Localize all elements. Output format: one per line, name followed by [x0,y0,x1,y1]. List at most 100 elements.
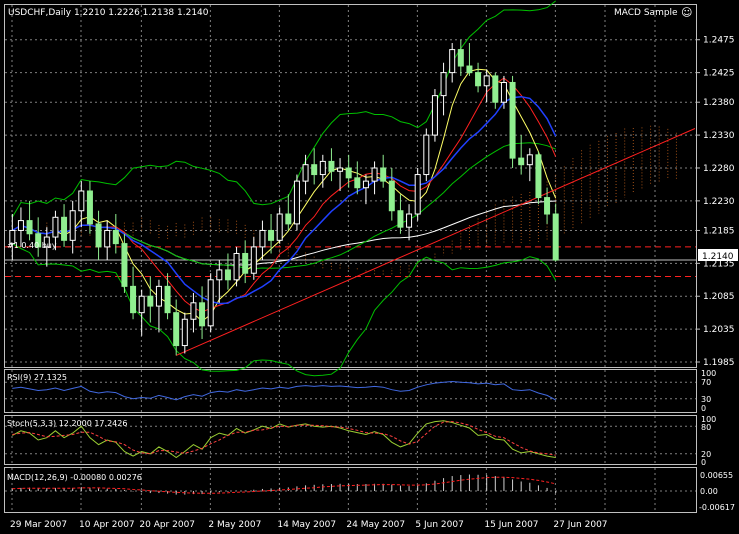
stoch-tick-80: 80 [701,423,711,432]
y-tick-label: 1.2230 [703,197,735,207]
candle-body [337,167,344,172]
candle-body [86,190,93,225]
candle-body [319,160,326,176]
candle-body [509,81,516,159]
candle-body [130,285,137,314]
candle-body [52,216,59,238]
candle-body [345,167,352,179]
rsi-tick-30: 30 [701,395,711,404]
candle-body [138,295,145,314]
candle-body [61,216,68,241]
chart-canvas: 1.2475 1.2425 1.2380 1.2330 1.2280 1.2230 1.21… [4,0,738,530]
candle-body [155,285,162,307]
candle-body [380,167,387,182]
candle-body [449,49,456,74]
candle-body [17,220,24,231]
candle-body [293,180,300,225]
bollinger-lower [12,243,557,377]
candle-body [276,213,283,241]
candle-body [492,75,499,103]
y-tick-label: 1.2425 [703,69,735,79]
rsi-label: RSI(9) 27.1325 [7,373,67,382]
smiley-icon: ☺ [681,6,692,19]
candle-body [207,279,214,327]
candle-body [500,81,507,103]
candle-body [354,177,361,189]
ma-slow [12,200,556,266]
candle-body [181,318,188,347]
candle-body [397,210,404,228]
price-grid [5,5,696,512]
candle-body [552,213,559,261]
candle-body [431,95,438,136]
ma-mid [12,142,556,270]
candle-body [250,246,257,274]
candle-body [164,285,171,314]
macd-label: MACD(12,26,9) -0.00080 0.00276 [7,473,142,482]
candle-body [233,252,240,281]
x-tick-label: 14 May 2007 [277,520,336,530]
price-axis: 1.2475 1.2425 1.2380 1.2330 1.2280 1.2230 1.21… [696,36,735,368]
ma-blue [11,95,557,305]
symbol-header: USDCHF,Daily 1.2210 1.2226 1.2138 1.2140 [8,8,209,18]
candle-body [199,302,206,327]
candle-body [302,164,309,182]
y-tick-label: 1.2475 [703,36,735,46]
x-tick-label: 5 Jun 2007 [415,520,463,530]
y-tick-label: 1.2185 [703,226,735,236]
candle-body [535,154,542,199]
candle-body [216,269,223,281]
candle-body [466,65,473,74]
macd-tick-bottom: -0.00617 [699,503,735,512]
candle-body [406,213,413,228]
candle-body [388,180,395,212]
main-pane-frame [4,4,697,368]
stoch-label: Stoch(5,3,3) 12.2000 17.2426 [7,419,127,428]
candle-body [328,160,335,172]
candle-body [457,49,464,67]
price-tag: 1.2140 [702,252,734,262]
time-axis: 29 Mar 2007 10 Apr 2007 20 Apr 2007 2 May 2… [10,520,608,530]
candle-body [311,164,318,176]
candle-body [371,167,378,182]
ma-fast [12,68,557,322]
candle-body [242,252,249,274]
candle-body [69,210,76,241]
x-tick-label: 15 Jun 2007 [484,520,538,530]
candle-body [147,295,154,307]
rsi-tick-70: 70 [701,378,711,387]
candle-body [190,302,197,320]
x-tick-label: 10 Apr 2007 [79,520,135,530]
candle-body [440,72,447,97]
candle-body [121,243,128,287]
y-tick-label: 1.1985 [703,358,735,368]
candle-body [475,72,482,87]
indicator-overlays [11,0,696,377]
trade-annotation: #1 0.40 buy [7,241,57,250]
candle-body [518,157,525,166]
x-tick-label: 29 Mar 2007 [10,520,67,530]
y-tick-label: 1.2035 [703,325,735,335]
candle-body [112,229,119,245]
macd-tick-top: 0.00655 [700,471,733,480]
rsi-tick-100: 100 [701,369,716,378]
candle-body [95,223,102,248]
candle-body [483,75,490,87]
x-tick-label: 20 Apr 2007 [139,520,195,530]
candle-body [26,220,33,235]
candle-body [285,213,292,225]
expert-name: MACD Sample [614,8,678,18]
candle-body [526,154,533,166]
candle-body [224,269,231,281]
candle-body [423,134,430,176]
y-tick-label: 1.2280 [703,164,735,174]
x-tick-label: 24 May 2007 [346,520,405,530]
candle-body [78,190,85,212]
rsi-line [12,380,556,401]
candle-body [173,312,180,347]
candle-body [268,229,275,241]
y-tick-label: 1.2330 [703,131,735,141]
candle-body [544,197,551,215]
candle-body [414,174,421,215]
stoch-tick-0: 0 [701,458,706,467]
